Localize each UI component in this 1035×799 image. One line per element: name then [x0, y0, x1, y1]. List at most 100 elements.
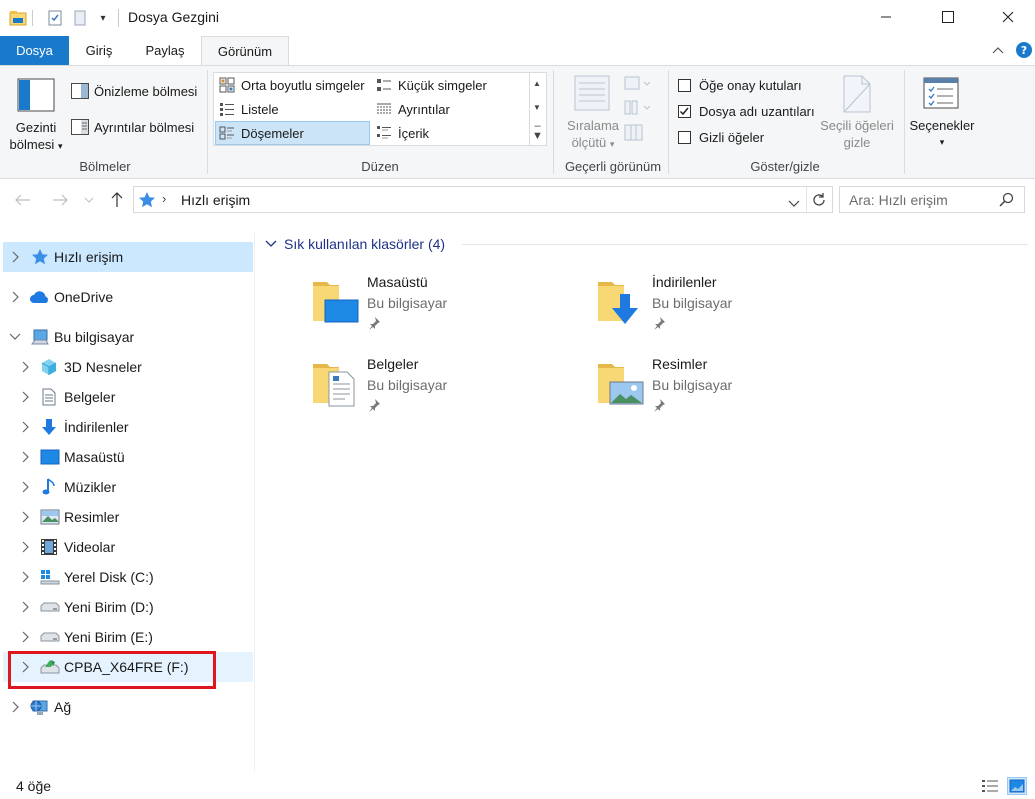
help-icon[interactable]: ? [1015, 41, 1033, 59]
downloads-folder-icon [596, 276, 646, 326]
expand-chevron-icon[interactable] [17, 539, 33, 555]
back-button[interactable] [12, 189, 34, 211]
sort-by-button[interactable]: Sıralama ölçütü ▾ [560, 117, 626, 153]
search-icon[interactable] [998, 192, 1014, 208]
hidden-items-toggle[interactable]: Gizli öğeler [678, 130, 764, 145]
picture-icon [40, 508, 60, 526]
sidebar-item-onedrive[interactable]: OneDrive [3, 282, 253, 312]
add-columns-icon[interactable] [624, 100, 652, 116]
sidebar-item-drive-e[interactable]: Yeni Birim (E:) [3, 622, 253, 652]
file-extensions-checkbox[interactable] [678, 105, 691, 118]
expand-chevron-icon[interactable] [17, 359, 33, 375]
folder-tile-downloads[interactable]: İndirilenler Bu bilgisayar [596, 274, 856, 344]
show-hide-group-label: Göster/gizle [750, 159, 820, 174]
forward-button[interactable] [49, 189, 71, 211]
expand-chevron-icon[interactable] [7, 699, 23, 715]
sidebar-item-label: Yeni Birim (E:) [64, 629, 153, 645]
hide-selected-items-button[interactable]: Seçili öğeleri gizle [812, 117, 902, 151]
sidebar-item-music[interactable]: Müzikler [3, 472, 253, 502]
group-by-icon[interactable] [624, 76, 652, 92]
layout-list[interactable]: Listele [218, 100, 279, 118]
more-layouts-icon[interactable]: – ▼ [531, 121, 544, 142]
large-icons-view-button[interactable] [1007, 777, 1027, 795]
layout-small-icons[interactable]: Küçük simgeler [375, 76, 487, 94]
options-icon[interactable] [922, 76, 962, 112]
section-collapse-chevron-icon[interactable] [265, 240, 277, 248]
sidebar-item-quick-access[interactable]: Hızlı erişim [3, 242, 253, 272]
pin-icon [367, 316, 381, 330]
file-extensions-toggle[interactable]: Dosya adı uzantıları [678, 104, 815, 119]
expand-chevron-icon[interactable] [17, 509, 33, 525]
frequent-folders-header[interactable]: Sık kullanılan klasörler (4) [265, 235, 445, 253]
search-box[interactable]: Ara: Hızlı erişim [839, 186, 1025, 213]
tab-home[interactable]: Giriş [73, 36, 125, 65]
layout-tiles[interactable]: Döşemeler [215, 121, 370, 145]
scroll-down-icon[interactable]: ▼ [533, 103, 541, 112]
sidebar-item-downloads[interactable]: İndirilenler [3, 412, 253, 442]
expand-chevron-icon[interactable] [17, 599, 33, 615]
customize-toolbar-chevron-icon[interactable]: ▾ [96, 8, 110, 28]
hide-selected-items-icon[interactable] [840, 74, 874, 114]
tab-file[interactable]: Dosya [0, 36, 69, 65]
expand-chevron-icon[interactable] [17, 419, 33, 435]
collapse-chevron-icon[interactable] [7, 329, 23, 345]
expand-chevron-icon[interactable] [17, 389, 33, 405]
folder-tile-pictures[interactable]: Resimler Bu bilgisayar [596, 356, 856, 426]
expand-chevron-icon[interactable] [7, 289, 23, 305]
navigation-pane-button[interactable]: Gezinti bölmesi ▾ [8, 119, 64, 155]
tab-view[interactable]: Görünüm [201, 36, 289, 65]
close-button[interactable] [985, 0, 1031, 34]
refresh-icon[interactable] [810, 191, 828, 209]
content-view-icon [375, 124, 393, 142]
item-checkboxes-toggle[interactable]: Öğe onay kutuları [678, 78, 802, 93]
sidebar-item-drive-d[interactable]: Yeni Birim (D:) [3, 592, 253, 622]
layout-content[interactable]: İçerik [375, 124, 429, 142]
recent-locations-chevron-icon[interactable] [81, 189, 97, 211]
expand-chevron-icon[interactable] [17, 629, 33, 645]
expand-chevron-icon[interactable] [17, 569, 33, 585]
properties-icon[interactable] [46, 8, 64, 28]
details-view-button[interactable] [980, 777, 1000, 795]
sidebar-item-videos[interactable]: Videolar [3, 532, 253, 562]
sort-by-icon[interactable] [573, 74, 613, 114]
sidebar-item-network[interactable]: Ağ [3, 692, 253, 722]
navigation-pane-icon[interactable] [10, 74, 62, 116]
expand-chevron-icon[interactable] [17, 479, 33, 495]
expand-chevron-icon[interactable] [7, 249, 23, 265]
scroll-up-icon[interactable]: ▲ [533, 79, 541, 88]
details-pane-button[interactable]: Ayrıntılar bölmesi [71, 118, 194, 136]
folder-tile-desktop[interactable]: Masaüstü Bu bilgisayar [311, 274, 571, 344]
maximize-button[interactable] [925, 0, 971, 34]
breadcrumb-location[interactable]: Hızlı erişim [181, 192, 250, 208]
layout-medium-icons[interactable]: Orta boyutlu simgeler [218, 76, 365, 94]
sidebar-item-label: Belgeler [64, 389, 116, 405]
up-button[interactable] [106, 189, 128, 211]
file-explorer-app-icon[interactable] [8, 8, 28, 28]
breadcrumb-separator-icon[interactable]: › [162, 191, 176, 209]
layout-gallery-scroll[interactable]: ▲ ▼ – ▼ [530, 72, 547, 146]
details-view-icon [375, 100, 393, 118]
sort-by-label-line1: Sıralama [566, 118, 620, 133]
sidebar-item-this-pc[interactable]: Bu bilgisayar [3, 322, 253, 352]
tab-share[interactable]: Paylaş [135, 36, 195, 65]
size-all-columns-icon[interactable] [624, 124, 644, 142]
sidebar-item-label: 3D Nesneler [64, 359, 142, 375]
preview-pane-button[interactable]: Önizleme bölmesi [71, 82, 197, 100]
options-button[interactable]: Seçenekler ▾ [906, 117, 978, 151]
new-folder-icon[interactable] [72, 8, 88, 28]
layout-details[interactable]: Ayrıntılar [375, 100, 450, 118]
hidden-items-checkbox[interactable] [678, 131, 691, 144]
sidebar-item-desktop[interactable]: Masaüstü [3, 442, 253, 472]
address-bar[interactable]: › Hızlı erişim [133, 186, 833, 213]
address-history-chevron-icon[interactable] [788, 195, 802, 207]
sidebar-item-pictures[interactable]: Resimler [3, 502, 253, 532]
quick-access-star-icon [138, 191, 156, 209]
sidebar-item-documents[interactable]: Belgeler [3, 382, 253, 412]
collapse-ribbon-chevron-icon[interactable] [989, 41, 1007, 59]
folder-tile-documents[interactable]: Belgeler Bu bilgisayar [311, 356, 571, 426]
item-checkboxes-checkbox[interactable] [678, 79, 691, 92]
minimize-button[interactable] [863, 0, 909, 34]
sidebar-item-drive-c[interactable]: Yerel Disk (C:) [3, 562, 253, 592]
sidebar-item-3d-objects[interactable]: 3D Nesneler [3, 352, 253, 382]
expand-chevron-icon[interactable] [17, 449, 33, 465]
